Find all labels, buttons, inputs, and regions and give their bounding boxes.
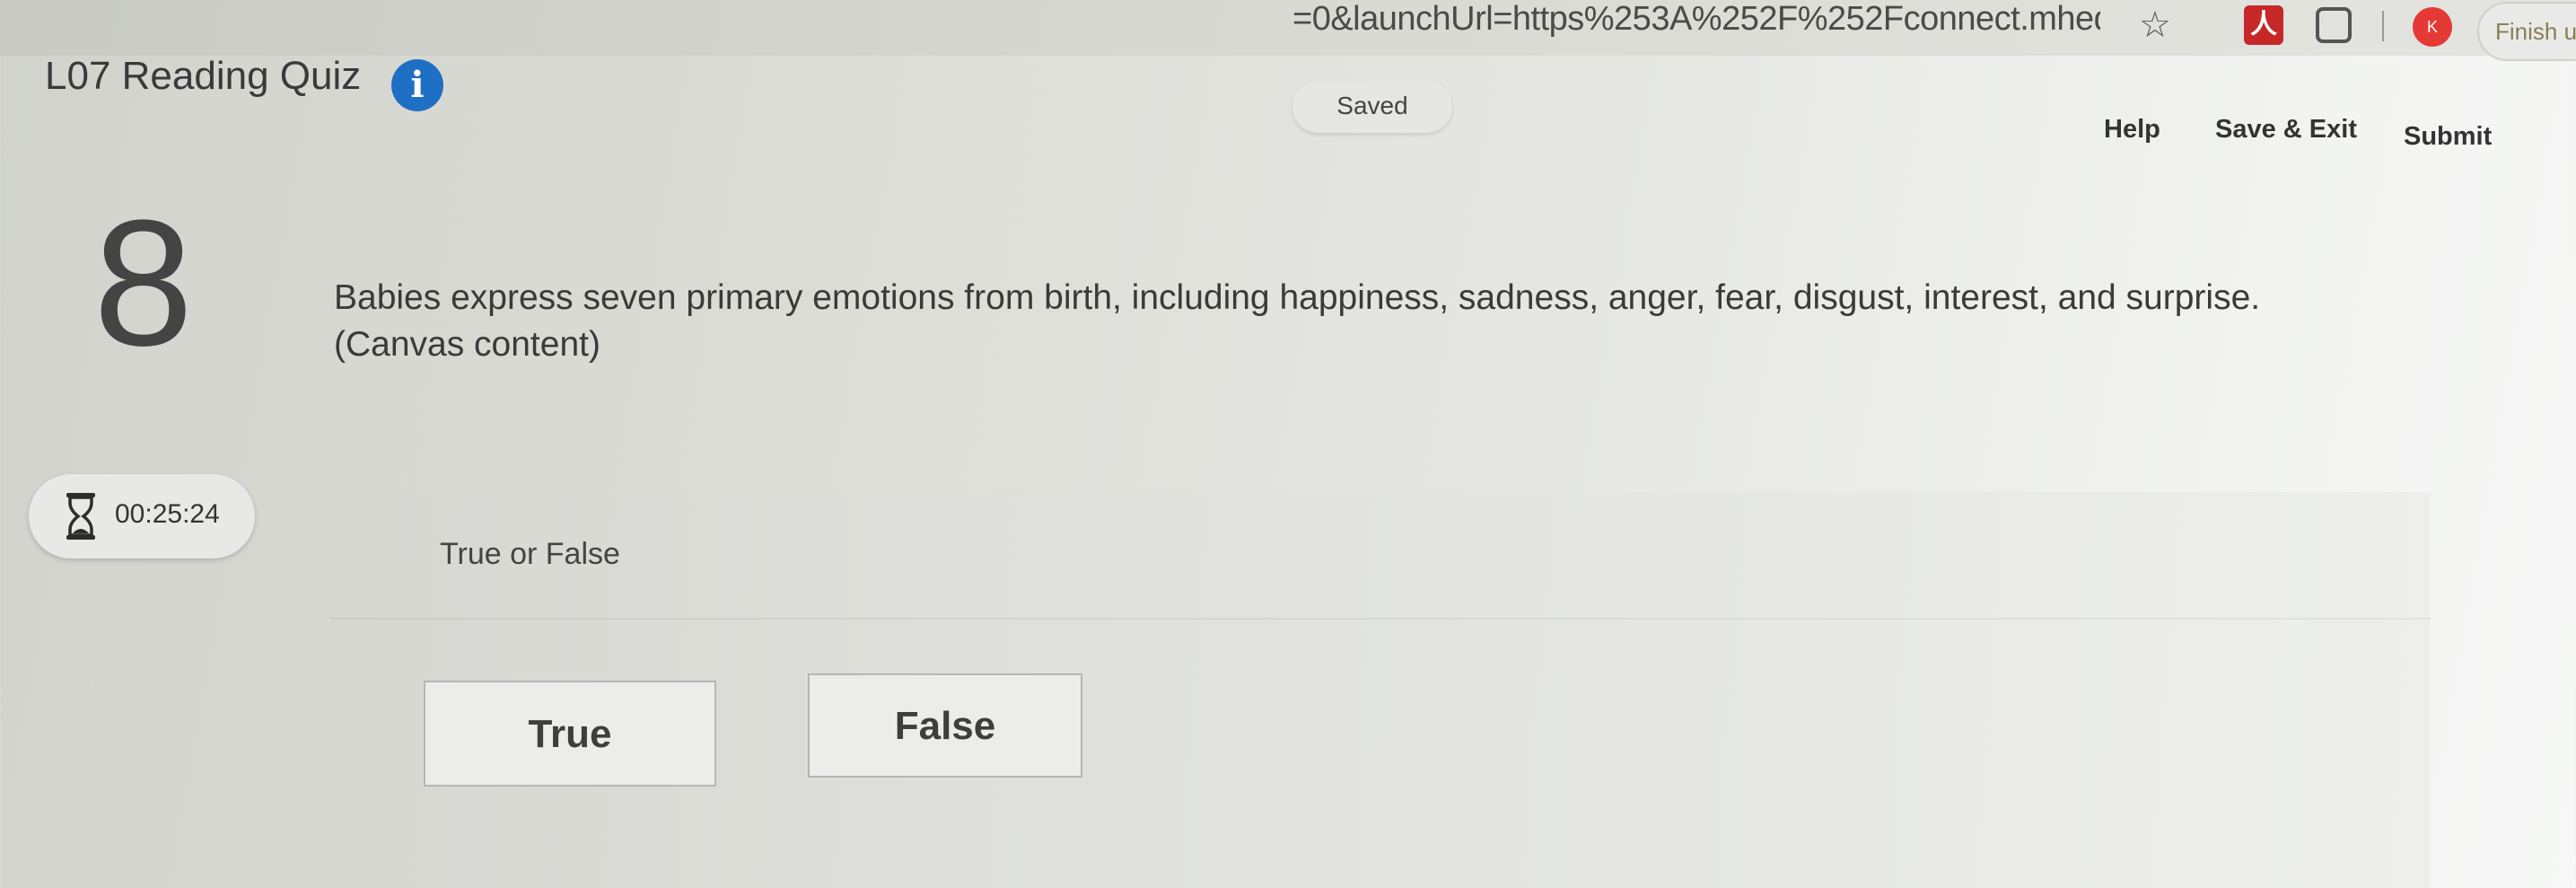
- quiz-title: L07 Reading Quiz: [45, 54, 362, 98]
- profile-icon[interactable]: K: [2413, 7, 2452, 47]
- question-source-note: (Canvas content): [334, 325, 600, 364]
- true-button[interactable]: True: [424, 681, 716, 787]
- false-button[interactable]: False: [808, 673, 1082, 778]
- question-text: Babies express seven primary emotions fr…: [334, 278, 2261, 317]
- panel-divider: [330, 618, 2431, 620]
- question-type-label: True or False: [440, 537, 620, 571]
- pdf-icon[interactable]: 人: [2244, 5, 2283, 45]
- help-button[interactable]: Help: [2104, 115, 2160, 145]
- hourglass-icon: [66, 493, 95, 540]
- timer-pill[interactable]: 00:25:24: [29, 474, 255, 558]
- address-bar-url[interactable]: =0&launchUrl=https%253A%252F%252Fconnect…: [1292, 0, 2100, 39]
- saved-status-badge: Saved: [1292, 81, 1452, 133]
- timer-value: 00:25:24: [115, 499, 220, 529]
- finish-update-button[interactable]: Finish u: [2477, 2, 2576, 61]
- star-icon[interactable]: ☆: [2139, 4, 2171, 47]
- question-number: 8: [93, 183, 194, 383]
- submit-button[interactable]: Submit: [2404, 122, 2492, 152]
- info-icon[interactable]: i: [391, 59, 443, 111]
- browser-toolbar: =0&launchUrl=https%253A%252F%252Fconnect…: [0, 0, 2576, 61]
- save-exit-button[interactable]: Save & Exit: [2215, 115, 2357, 145]
- puzzle-icon[interactable]: [2316, 7, 2352, 43]
- toolbar-divider: [2382, 11, 2384, 41]
